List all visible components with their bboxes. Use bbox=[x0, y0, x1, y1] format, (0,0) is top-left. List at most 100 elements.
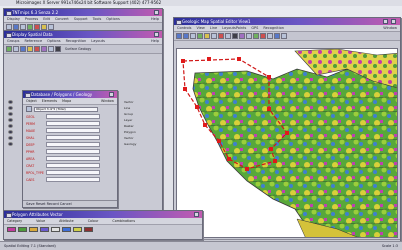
attr-menu-window[interactable]: Window bbox=[101, 99, 114, 103]
menu-display[interactable]: Display bbox=[7, 16, 20, 22]
attribute-editor-title: Database / Polygons / Geology bbox=[31, 92, 93, 97]
vector-icon[interactable] bbox=[34, 46, 40, 52]
zoom-out-icon[interactable] bbox=[183, 33, 189, 39]
close-icon[interactable] bbox=[154, 10, 159, 15]
line-tool-icon[interactable] bbox=[211, 33, 217, 39]
column-header[interactable]: Category bbox=[7, 219, 22, 223]
visibility-icon[interactable] bbox=[8, 136, 13, 140]
attribute-editor-titlebar[interactable]: Database / Polygons / Geology bbox=[23, 91, 117, 98]
view-menu-line[interactable]: Line bbox=[210, 25, 217, 31]
print-icon[interactable] bbox=[281, 33, 287, 39]
raster-icon[interactable] bbox=[41, 46, 47, 52]
field-value[interactable] bbox=[46, 170, 100, 175]
prev-record-icon[interactable] bbox=[26, 106, 32, 112]
field-value[interactable] bbox=[46, 177, 100, 182]
lower-layer-icon[interactable] bbox=[27, 46, 33, 52]
layer-menu-reference[interactable]: Reference bbox=[24, 38, 42, 44]
select-icon[interactable] bbox=[204, 33, 210, 39]
grid-icon[interactable] bbox=[246, 33, 252, 39]
layer-row[interactable] bbox=[6, 141, 20, 147]
visibility-icon[interactable] bbox=[8, 106, 13, 110]
attr-menu-elements[interactable]: Elements bbox=[42, 99, 57, 103]
color-swatch[interactable] bbox=[62, 227, 71, 232]
pan-icon[interactable] bbox=[190, 33, 196, 39]
layer-icon[interactable] bbox=[239, 33, 245, 39]
minimize-icon[interactable] bbox=[383, 19, 388, 24]
field-value[interactable] bbox=[46, 156, 100, 161]
color-swatch[interactable] bbox=[7, 227, 16, 232]
field-value[interactable] bbox=[46, 149, 100, 154]
measure-icon[interactable] bbox=[232, 33, 238, 39]
view-menu-layouts-points[interactable]: LayoutsPoints bbox=[222, 25, 246, 31]
visibility-icon[interactable] bbox=[8, 124, 13, 128]
color-swatch[interactable] bbox=[51, 227, 60, 232]
field-value[interactable] bbox=[46, 128, 100, 133]
color-swatch[interactable] bbox=[18, 227, 27, 232]
column-header[interactable]: Colour bbox=[88, 219, 99, 223]
field-label: GEOL bbox=[26, 114, 35, 119]
layer-menu-recognition[interactable]: Recognition bbox=[66, 38, 87, 44]
field-value[interactable] bbox=[46, 163, 100, 168]
menu-support[interactable]: Support bbox=[74, 16, 88, 22]
layer-toolbar: Surface Geology bbox=[4, 45, 162, 54]
layer-menu-layouts[interactable]: Layouts bbox=[91, 38, 105, 44]
view-menu-recognition[interactable]: Recognition bbox=[263, 25, 284, 31]
menu-convert[interactable]: Convert bbox=[55, 16, 69, 22]
map-view-titlebar[interactable]: Geologic Map Spatial Editor View1 bbox=[174, 18, 400, 25]
color-swatch[interactable] bbox=[73, 227, 82, 232]
menu-process[interactable]: Process bbox=[25, 16, 38, 22]
fill-icon[interactable] bbox=[253, 33, 259, 39]
field-value[interactable] bbox=[46, 135, 100, 140]
view-menu-window[interactable]: Window bbox=[383, 25, 400, 31]
view-menu-gps[interactable]: GPS bbox=[251, 25, 258, 31]
color-swatch[interactable] bbox=[40, 227, 49, 232]
close-icon[interactable] bbox=[194, 212, 199, 217]
visibility-icon[interactable] bbox=[8, 118, 13, 122]
menu-edit[interactable]: Edit bbox=[43, 16, 50, 22]
menu-tools[interactable]: Tools bbox=[93, 16, 102, 22]
menu-help[interactable]: Help bbox=[151, 16, 162, 22]
delete-icon[interactable] bbox=[260, 33, 266, 39]
attr-menu-object[interactable]: Object bbox=[26, 99, 37, 103]
legend-icon[interactable] bbox=[55, 46, 61, 52]
field-value[interactable] bbox=[46, 121, 100, 126]
record-field[interactable]: Object 3 of 5 (Total) bbox=[34, 106, 98, 112]
raise-layer-icon[interactable] bbox=[20, 46, 26, 52]
layer-menu-options[interactable]: Options bbox=[47, 38, 61, 44]
menu-options[interactable]: Options bbox=[106, 16, 120, 22]
small-app-titlebar[interactable]: TNTmips 6.3 Senza 2.2 bbox=[4, 9, 162, 16]
visibility-icon[interactable] bbox=[8, 142, 13, 146]
visibility-icon[interactable] bbox=[8, 100, 13, 104]
attribute-table-titlebar[interactable]: Polygon Attributes Vector bbox=[4, 211, 202, 218]
column-header[interactable]: Attribute bbox=[59, 219, 74, 223]
home-icon[interactable] bbox=[274, 33, 280, 39]
close-icon[interactable] bbox=[391, 19, 396, 24]
field-value[interactable] bbox=[46, 142, 100, 147]
layer-manager-titlebar[interactable]: Display Spatial Data bbox=[4, 31, 162, 38]
view-menu-controls[interactable]: Controls bbox=[177, 25, 191, 31]
geologic-map-canvas[interactable] bbox=[176, 48, 398, 238]
column-header[interactable]: Combinations bbox=[112, 219, 135, 223]
visibility-icon[interactable] bbox=[8, 112, 13, 116]
color-swatch[interactable] bbox=[84, 227, 93, 232]
layer-menu-help[interactable]: Help bbox=[151, 38, 162, 44]
column-header[interactable]: Value bbox=[36, 219, 45, 223]
remove-layer-icon[interactable] bbox=[13, 46, 19, 52]
properties-icon[interactable] bbox=[48, 46, 54, 52]
undo-icon[interactable] bbox=[267, 33, 273, 39]
map-view-menubar: Controls View Line LayoutsPoints GPS Rec… bbox=[174, 25, 400, 32]
visibility-icon[interactable] bbox=[8, 130, 13, 134]
color-swatch[interactable] bbox=[29, 227, 38, 232]
add-layer-icon[interactable] bbox=[6, 46, 12, 52]
zoom-in-icon[interactable] bbox=[176, 33, 182, 39]
attr-menu-mapa[interactable]: Mapa bbox=[62, 99, 71, 103]
layer-menu-groups[interactable]: Groups bbox=[7, 38, 19, 44]
taskbar: Spatial Editing 7.1 (Standard) Scale 1:3 bbox=[0, 241, 402, 250]
view-menu-view[interactable]: View bbox=[196, 25, 204, 31]
polygon-tool-icon[interactable] bbox=[218, 33, 224, 39]
close-icon[interactable] bbox=[109, 92, 114, 97]
field-value[interactable] bbox=[46, 114, 100, 119]
point-tool-icon[interactable] bbox=[225, 33, 231, 39]
redraw-icon[interactable] bbox=[197, 33, 203, 39]
close-icon[interactable] bbox=[154, 32, 159, 37]
